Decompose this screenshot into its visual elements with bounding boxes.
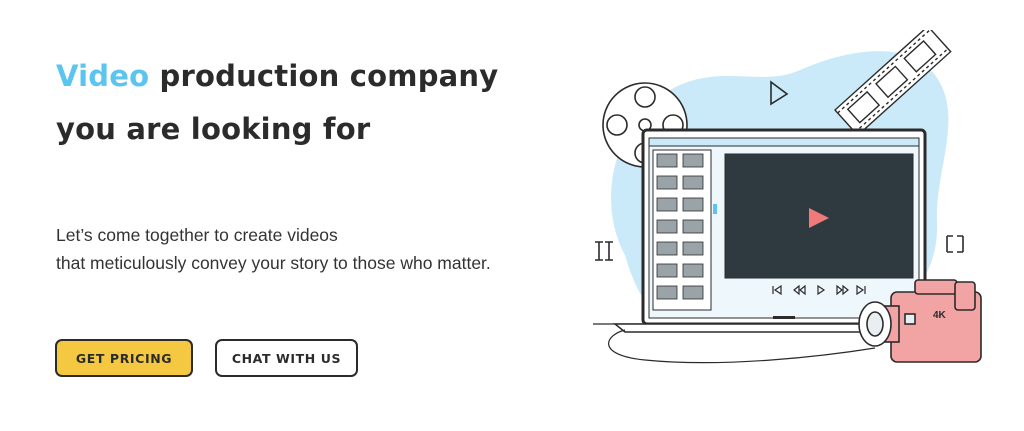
get-pricing-button[interactable]: GET PRICING — [55, 339, 193, 377]
camera-badge: 4K — [933, 310, 947, 321]
subtitle-line-1: Let’s come together to create videos — [56, 225, 338, 245]
headline-accent: Video — [56, 59, 150, 93]
hero-illustration: 4K — [593, 30, 982, 364]
subtitle-line-2: that meticulously convey your story to t… — [56, 253, 491, 273]
hero-section: Video production company you are looking… — [0, 0, 1024, 431]
chat-with-us-button[interactable]: CHAT WITH US — [215, 339, 358, 377]
camera-cable — [608, 329, 876, 364]
hero-subtitle: Let’s come together to create videos tha… — [56, 221, 496, 277]
hero-headline: Video production company you are looking… — [56, 50, 516, 156]
